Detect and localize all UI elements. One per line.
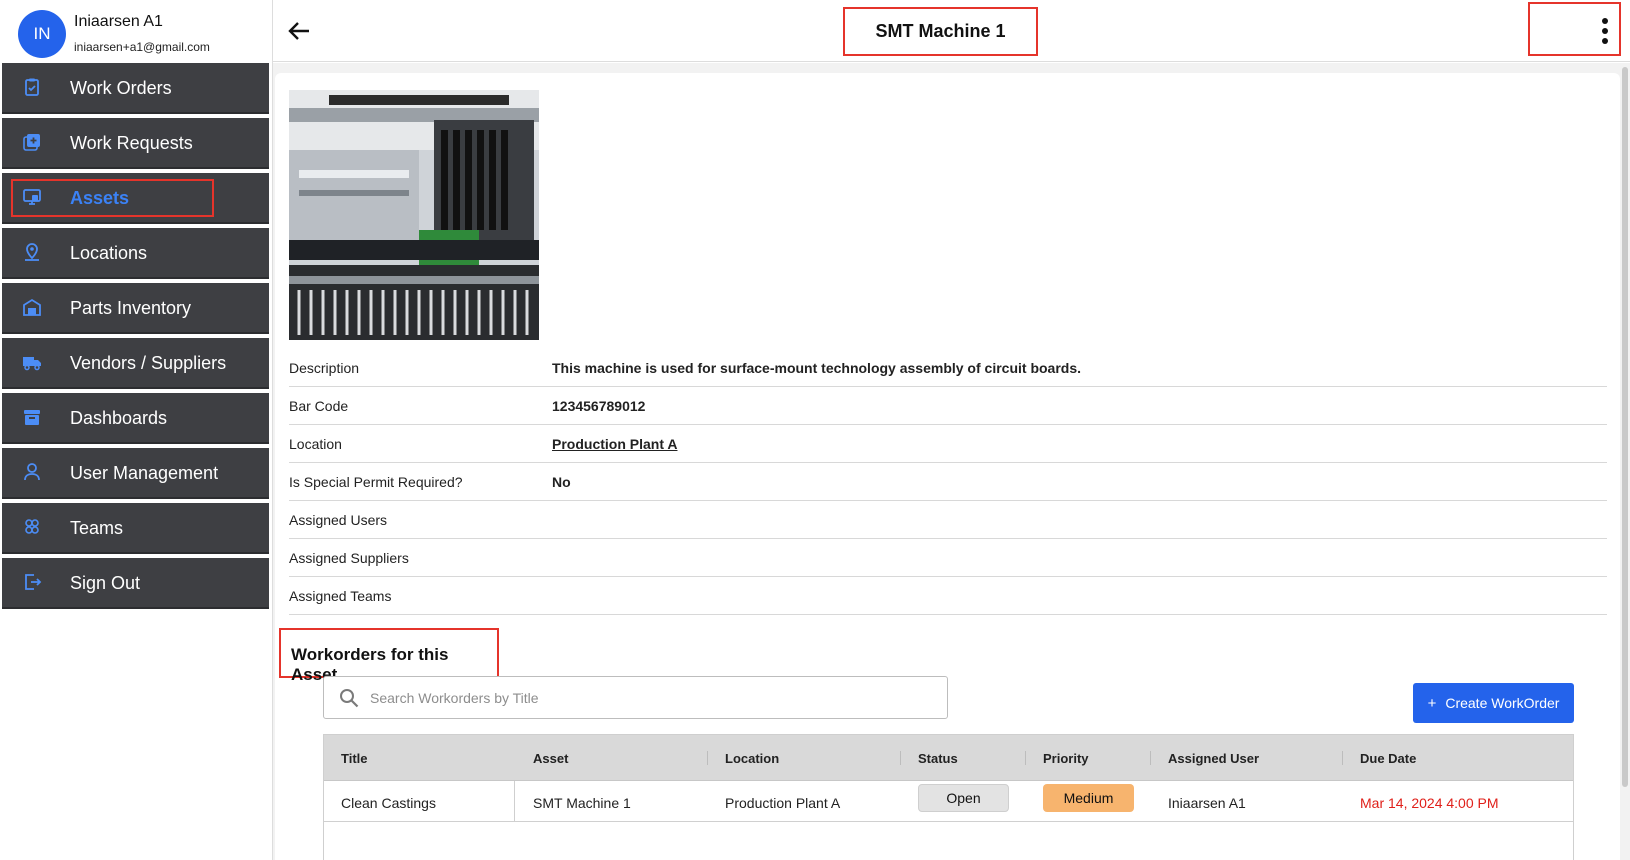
table-header: Title Asset Location Status Priority Ass… xyxy=(324,735,1573,781)
detail-row-barcode: Bar Code 123456789012 xyxy=(289,387,1607,425)
plus-square-icon xyxy=(23,134,40,151)
detail-row-description: Description This machine is used for sur… xyxy=(289,349,1607,387)
create-workorder-button[interactable]: + Create WorkOrder xyxy=(1413,683,1574,723)
asset-details: Description This machine is used for sur… xyxy=(289,349,1607,615)
detail-key: Is Special Permit Required? xyxy=(289,474,463,490)
sidebar-item-label: Assets xyxy=(70,188,130,208)
column-separator[interactable] xyxy=(1025,751,1026,765)
sidebar-item-dashboards[interactable]: Dashboards xyxy=(2,393,269,444)
sidebar-item-label: Dashboards xyxy=(70,408,168,428)
sidebar-item-vendors-suppliers[interactable]: Vendors / Suppliers xyxy=(2,338,269,389)
workorder-search[interactable] xyxy=(323,676,948,719)
cell-asset: SMT Machine 1 xyxy=(533,795,631,811)
detail-key: Assigned Suppliers xyxy=(289,550,409,566)
location-pin-icon xyxy=(25,243,39,261)
sidebar-item-label: Locations xyxy=(70,243,148,263)
column-separator[interactable] xyxy=(900,751,901,765)
detail-row-assigned-teams: Assigned Teams xyxy=(289,577,1607,615)
archive-icon xyxy=(24,410,40,425)
detail-value: No xyxy=(552,474,571,490)
sidebar-item-label: Parts Inventory xyxy=(70,298,192,318)
warehouse-icon xyxy=(23,298,41,316)
sidebar-item-parts-inventory[interactable]: Parts Inventory xyxy=(2,283,269,334)
sidebar-item-sign-out[interactable]: Sign Out xyxy=(2,558,269,609)
page-title: SMT Machine 1 xyxy=(843,7,1038,56)
detail-key: Bar Code xyxy=(289,398,349,414)
detail-key: Location xyxy=(289,436,342,452)
workorders-table: Title Asset Location Status Priority Ass… xyxy=(323,734,1574,860)
page-title-text: SMT Machine 1 xyxy=(875,21,1006,41)
column-header-title[interactable]: Title xyxy=(341,751,368,766)
cell-location: Production Plant A xyxy=(725,795,841,811)
sign-out-icon xyxy=(25,574,42,590)
detail-row-special-permit: Is Special Permit Required? No xyxy=(289,463,1607,501)
detail-value: This machine is used for surface-mount t… xyxy=(552,360,1082,376)
user-name: Iniaarsen A1 xyxy=(74,13,163,30)
smt-machine-photo xyxy=(289,90,539,340)
search-input[interactable] xyxy=(370,688,930,708)
detail-value: 123456789012 xyxy=(552,398,646,414)
column-header-status[interactable]: Status xyxy=(918,751,958,766)
detail-row-assigned-suppliers: Assigned Suppliers xyxy=(289,539,1607,577)
asset-detail-card: Description This machine is used for sur… xyxy=(275,73,1620,860)
sidebar-item-locations[interactable]: Locations xyxy=(2,228,269,279)
table-row[interactable]: Clean Castings SMT Machine 1 Production … xyxy=(324,782,1573,822)
page-header: SMT Machine 1 xyxy=(273,0,1630,62)
main-content: Description This machine is used for sur… xyxy=(273,63,1630,860)
sidebar-item-label: Vendors / Suppliers xyxy=(70,353,227,373)
sidebar-item-label: Work Requests xyxy=(70,133,193,153)
column-separator[interactable] xyxy=(1342,751,1343,765)
priority-badge: Medium xyxy=(1043,784,1134,812)
detail-key: Assigned Teams xyxy=(289,588,392,604)
cell-assigned-user: Iniaarsen A1 xyxy=(1168,795,1246,811)
column-header-priority[interactable]: Priority xyxy=(1043,751,1089,766)
truck-icon xyxy=(23,357,41,371)
more-menu-highlight xyxy=(1528,2,1621,56)
plus-icon: + xyxy=(1427,694,1437,712)
status-badge: Open xyxy=(918,784,1009,812)
sidebar-item-user-management[interactable]: User Management xyxy=(2,448,269,499)
search-icon xyxy=(340,689,359,708)
detail-row-assigned-users: Assigned Users xyxy=(289,501,1607,539)
more-vertical-icon[interactable] xyxy=(1600,18,1610,46)
create-workorder-label: Create WorkOrder xyxy=(1445,695,1560,711)
scrollbar[interactable] xyxy=(1622,67,1628,787)
sidebar-item-teams[interactable]: Teams xyxy=(2,503,269,554)
user-profile[interactable]: IN Iniaarsen A1 iniaarsen+a1@gmail.com xyxy=(0,0,273,62)
sidebar-item-work-orders[interactable]: Work Orders xyxy=(2,63,269,114)
sidebar-item-label: User Management xyxy=(70,463,219,483)
column-header-asset[interactable]: Asset xyxy=(533,751,568,766)
sidebar-item-label: Teams xyxy=(70,518,124,538)
user-icon xyxy=(24,463,40,481)
asset-image[interactable] xyxy=(289,90,539,340)
team-icon xyxy=(25,519,39,534)
detail-row-location: Location Production Plant A xyxy=(289,425,1607,463)
detail-key: Assigned Users xyxy=(289,512,388,528)
sidebar-item-label: Work Orders xyxy=(70,78,172,98)
column-separator[interactable] xyxy=(707,751,708,765)
clipboard-icon xyxy=(25,78,39,96)
cell-title: Clean Castings xyxy=(341,795,436,811)
monitor-icon xyxy=(23,189,41,205)
avatar[interactable]: IN xyxy=(18,10,66,58)
workorders-heading: Workorders for this Asset xyxy=(279,628,499,684)
sidebar: IN Iniaarsen A1 iniaarsen+a1@gmail.com W… xyxy=(0,0,273,860)
column-header-due-date[interactable]: Due Date xyxy=(1360,751,1416,766)
user-email: iniaarsen+a1@gmail.com xyxy=(74,40,210,54)
back-arrow-icon[interactable] xyxy=(285,18,313,44)
column-header-location[interactable]: Location xyxy=(725,751,779,766)
sidebar-item-work-requests[interactable]: Work Requests xyxy=(2,118,269,169)
column-separator[interactable] xyxy=(1150,751,1151,765)
app-window: IN Iniaarsen A1 iniaarsen+a1@gmail.com W… xyxy=(0,0,1630,860)
location-link[interactable]: Production Plant A xyxy=(552,436,677,452)
sidebar-nav: Work Orders Work Requests Assets Locatio… xyxy=(2,63,269,613)
sidebar-item-assets[interactable]: Assets xyxy=(2,173,269,224)
detail-key: Description xyxy=(289,360,360,376)
sidebar-item-label: Sign Out xyxy=(70,573,141,593)
column-header-assigned-user[interactable]: Assigned User xyxy=(1168,751,1259,766)
cell-due-date: Mar 14, 2024 4:00 PM xyxy=(1360,795,1499,811)
